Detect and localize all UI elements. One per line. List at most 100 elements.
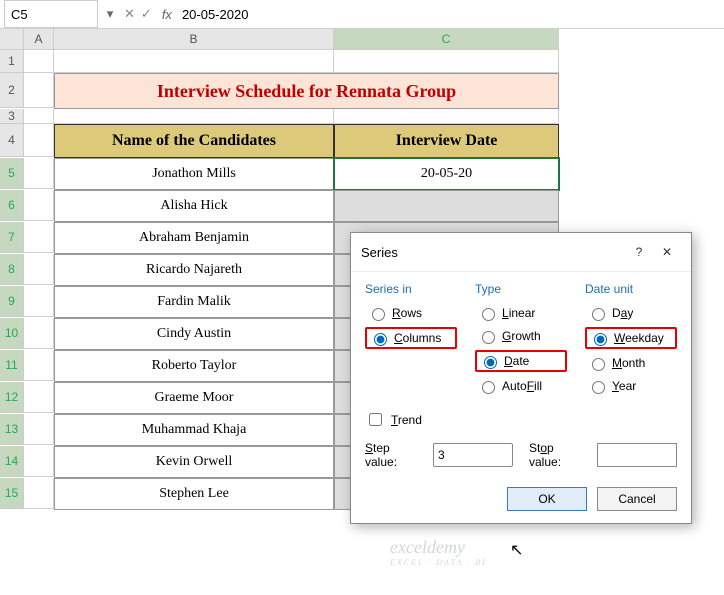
radio-autofill[interactable]: AutoFill [475, 377, 567, 395]
cell-a1[interactable] [24, 50, 54, 73]
candidate-13[interactable]: Muhammad Khaja [54, 414, 334, 446]
cell-a11[interactable] [24, 350, 54, 381]
row-header-13[interactable]: 13 [0, 414, 24, 445]
candidate-15[interactable]: Stephen Lee [54, 478, 334, 510]
cell-c3[interactable] [334, 109, 559, 124]
row-header-2[interactable]: 2 [0, 73, 24, 108]
row-header-14[interactable]: 14 [0, 446, 24, 477]
title-cell[interactable]: Interview Schedule for Rennata Group [54, 73, 559, 109]
candidate-10[interactable]: Cindy Austin [54, 318, 334, 350]
cell-a6[interactable] [24, 190, 54, 221]
row-header-10[interactable]: 10 [0, 318, 24, 349]
cell-a12[interactable] [24, 382, 54, 413]
series-dialog: Series ? ✕ Series in RRowsows Columns Ty… [350, 232, 692, 524]
row-header-7[interactable]: 7 [0, 222, 24, 253]
cell-c1[interactable] [334, 50, 559, 73]
dialog-titlebar: Series ? ✕ [351, 233, 691, 272]
candidate-6[interactable]: Alisha Hick [54, 190, 334, 222]
candidate-8[interactable]: Ricardo Najareth [54, 254, 334, 286]
fx-label[interactable]: fx [162, 7, 172, 22]
radio-growth[interactable]: Growth [475, 327, 567, 345]
name-box[interactable] [4, 0, 98, 28]
step-value-label: Step value: [365, 441, 425, 469]
radio-columns-input[interactable] [374, 333, 387, 346]
radio-linear-input[interactable] [482, 308, 495, 321]
radio-year-input[interactable] [592, 381, 605, 394]
cell-a5[interactable] [24, 158, 54, 189]
formula-bar-container: ▾ ✕ ✓ fx 20-05-2020 [0, 0, 724, 29]
ok-button[interactable]: OK [507, 487, 587, 511]
col-header-c[interactable]: C [334, 29, 559, 50]
candidate-11[interactable]: Roberto Taylor [54, 350, 334, 382]
cell-a7[interactable] [24, 222, 54, 253]
cell-a10[interactable] [24, 318, 54, 349]
accept-fx-icon[interactable]: ✓ [141, 6, 152, 22]
row-header-6[interactable]: 6 [0, 190, 24, 221]
candidate-7[interactable]: Abraham Benjamin [54, 222, 334, 254]
radio-linear[interactable]: Linear [475, 304, 567, 322]
trend-checkbox[interactable] [369, 413, 382, 426]
cell-c5[interactable]: 20-05-20 [334, 158, 559, 190]
candidate-5[interactable]: Jonathon Mills [54, 158, 334, 190]
row-header-1[interactable]: 1 [0, 50, 24, 73]
formula-input[interactable]: 20-05-2020 [176, 5, 724, 24]
dialog-buttons: OK Cancel [351, 479, 691, 523]
radio-day-input[interactable] [592, 308, 605, 321]
namebox-dropdown-icon[interactable]: ▾ [102, 6, 118, 22]
radio-autofill-input[interactable] [482, 381, 495, 394]
cell-a3[interactable] [24, 109, 54, 124]
header-date[interactable]: Interview Date [334, 124, 559, 158]
row-header-8[interactable]: 8 [0, 254, 24, 285]
group-date-unit: Date unit Day Weekday Month Year [585, 282, 677, 400]
candidate-14[interactable]: Kevin Orwell [54, 446, 334, 478]
row-header-4[interactable]: 4 [0, 124, 24, 157]
step-value-input[interactable] [433, 443, 513, 467]
row-header-5[interactable]: 5 [0, 158, 24, 189]
radio-month-input[interactable] [592, 358, 605, 371]
value-row: Step value: Stop value: [351, 437, 691, 479]
row-header-3[interactable]: 3 [0, 109, 24, 124]
date-unit-label: Date unit [585, 282, 677, 296]
cancel-fx-icon[interactable]: ✕ [124, 6, 135, 22]
radio-date-input[interactable] [484, 356, 497, 369]
cell-a9[interactable] [24, 286, 54, 317]
group-series-in: Series in RRowsows Columns [365, 282, 457, 400]
cancel-button[interactable]: Cancel [597, 487, 677, 511]
radio-weekday-input[interactable] [594, 333, 607, 346]
radio-rows[interactable]: RRowsows [365, 304, 457, 322]
col-header-a[interactable]: A [24, 29, 54, 50]
dialog-close-icon[interactable]: ✕ [653, 241, 681, 263]
cell-a13[interactable] [24, 414, 54, 445]
cell-a8[interactable] [24, 254, 54, 285]
series-in-label: Series in [365, 282, 457, 296]
row-header-9[interactable]: 9 [0, 286, 24, 317]
cell-a4[interactable] [24, 124, 54, 157]
row-header-12[interactable]: 12 [0, 382, 24, 413]
radio-growth-input[interactable] [482, 331, 495, 344]
cell-a14[interactable] [24, 446, 54, 477]
cell-a15[interactable] [24, 478, 54, 509]
radio-year[interactable]: Year [585, 377, 677, 395]
radio-rows-input[interactable] [372, 308, 385, 321]
type-label: Type [475, 282, 567, 296]
dialog-title: Series [361, 245, 625, 260]
candidate-9[interactable]: Fardin Malik [54, 286, 334, 318]
row-header-15[interactable]: 15 [0, 478, 24, 509]
col-header-b[interactable]: B [54, 29, 334, 50]
trend-label: Trend [391, 413, 422, 427]
cell-b3[interactable] [54, 109, 334, 124]
candidate-12[interactable]: Graeme Moor [54, 382, 334, 414]
row-header-11[interactable]: 11 [0, 350, 24, 381]
header-name[interactable]: Name of the Candidates [54, 124, 334, 158]
cell-a2[interactable] [24, 73, 54, 108]
radio-columns[interactable]: Columns [365, 327, 457, 349]
radio-month[interactable]: Month [585, 354, 677, 372]
radio-date[interactable]: Date [475, 350, 567, 372]
cell-c6[interactable] [334, 190, 559, 222]
radio-weekday[interactable]: Weekday [585, 327, 677, 349]
dialog-help-icon[interactable]: ? [625, 241, 653, 263]
cell-b1[interactable] [54, 50, 334, 73]
stop-value-input[interactable] [597, 443, 677, 467]
select-all-corner[interactable] [0, 29, 24, 50]
radio-day[interactable]: Day [585, 304, 677, 322]
